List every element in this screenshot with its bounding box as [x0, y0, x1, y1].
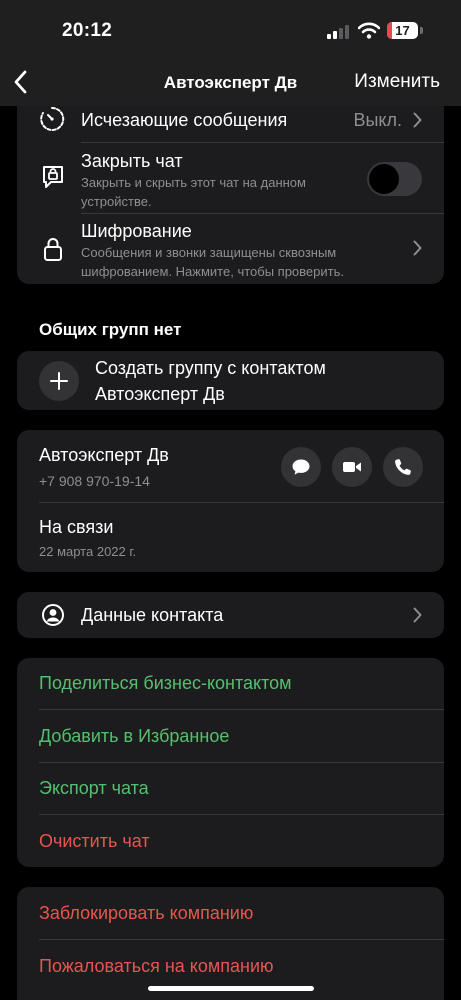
- contact-info-label: Данные контакта: [81, 605, 224, 625]
- divider: [39, 709, 444, 710]
- audio-call-button[interactable]: [383, 447, 423, 487]
- battery-tip: [420, 27, 423, 34]
- lock-chat-label: Закрыть чат: [81, 151, 183, 171]
- wifi-icon: [358, 22, 380, 39]
- lock-chat-subtitle-1: Закрыть и скрыть этот чат на данном: [81, 175, 306, 190]
- danger-actions-card: Заблокировать компанию Пожаловаться на к…: [17, 887, 444, 1000]
- video-call-button[interactable]: [332, 447, 372, 487]
- chevron-right-icon: [413, 112, 422, 128]
- add-favorite-button[interactable]: Добавить в Избранное: [39, 726, 229, 747]
- divider: [81, 142, 444, 143]
- battery-percent: 17: [395, 23, 410, 38]
- encryption-subtitle-2: шифрованием. Нажмите, чтобы проверить.: [81, 264, 344, 279]
- share-contact-button[interactable]: Поделиться бизнес-контактом: [39, 673, 292, 694]
- disappearing-messages-value: Выкл.: [353, 110, 402, 130]
- divider: [39, 939, 444, 940]
- phone-icon: [395, 459, 411, 475]
- create-group-label-1: Создать группу с контактом: [95, 358, 326, 378]
- nav-bar: Автоэксперт Дв Изменить: [0, 58, 461, 106]
- create-group-label-2: Автоэксперт Дв: [95, 384, 225, 404]
- contact-phone[interactable]: +7 908 970-19-14: [39, 472, 150, 491]
- chat-settings-card: Исчезающие сообщения Выкл. Закрыть чат З…: [17, 106, 444, 284]
- divider: [81, 213, 444, 214]
- status-bar: 20:12 17: [0, 0, 461, 58]
- chevron-right-icon: [413, 607, 422, 623]
- battery-indicator: 17: [387, 22, 418, 39]
- clear-chat-button[interactable]: Очистить чат: [39, 831, 150, 852]
- chat-bubble-icon: [292, 459, 310, 475]
- status-time: 20:12: [62, 20, 113, 41]
- lock-chat-subtitle-2: устройстве.: [81, 194, 152, 209]
- disappearing-messages-label: Исчезающие сообщения: [81, 110, 288, 130]
- encryption-subtitle-1: Сообщения и звонки защищены сквозным: [81, 245, 337, 260]
- contact-status-label: На связи: [39, 517, 114, 537]
- encryption-label: Шифрование: [81, 221, 192, 241]
- chevron-right-icon: [413, 240, 422, 256]
- home-indicator[interactable]: [148, 986, 314, 991]
- lock-chat-icon: [43, 166, 63, 188]
- divider: [39, 814, 444, 815]
- contact-status-date: 22 марта 2022 г.: [39, 544, 137, 559]
- lock-chat-toggle[interactable]: [367, 162, 422, 196]
- message-button[interactable]: [281, 447, 321, 487]
- cellular-signal-icon: [327, 25, 349, 39]
- divider: [39, 762, 444, 763]
- plus-icon: [50, 372, 68, 390]
- common-groups-header: Общих групп нет: [39, 320, 182, 339]
- export-chat-button[interactable]: Экспорт чата: [39, 778, 149, 799]
- contact-name: Автоэксперт Дв: [39, 445, 169, 465]
- timer-icon: [40, 106, 65, 131]
- add-group-button: [39, 361, 79, 401]
- block-company-button[interactable]: Заблокировать компанию: [39, 903, 253, 924]
- chat-actions-card: Поделиться бизнес-контактом Добавить в И…: [17, 658, 444, 867]
- divider: [39, 502, 444, 503]
- person-circle-icon: [42, 604, 64, 626]
- create-group-row[interactable]: Создать группу с контактом Автоэксперт Д…: [17, 351, 444, 410]
- edit-button[interactable]: Изменить: [354, 71, 440, 93]
- lock-icon: [44, 238, 62, 261]
- report-company-button[interactable]: Пожаловаться на компанию: [39, 956, 274, 977]
- toggle-knob: [369, 164, 399, 194]
- contact-card: Автоэксперт Дв +7 908 970-19-14 На связи…: [17, 430, 444, 572]
- video-camera-icon: [343, 462, 361, 472]
- contact-info-row[interactable]: Данные контакта: [17, 592, 444, 638]
